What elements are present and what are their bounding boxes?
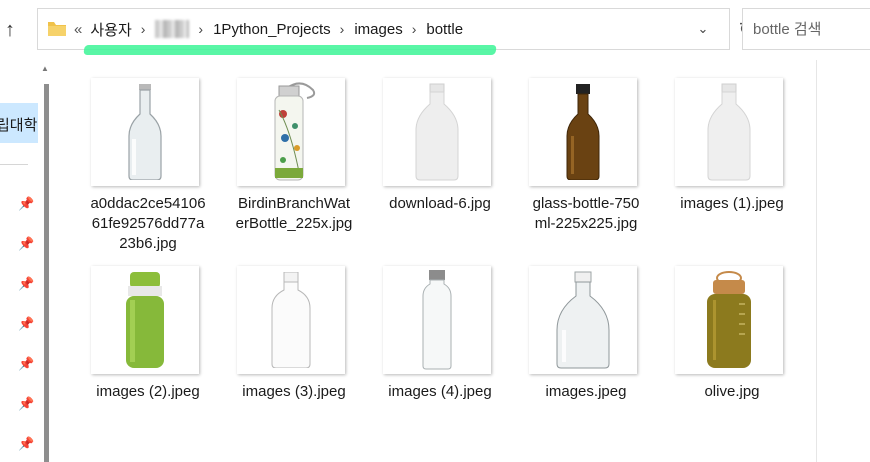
folder-icon	[48, 22, 66, 36]
file-thumbnail[interactable]	[529, 78, 637, 186]
olive-wide-mouth-bottle-icon	[707, 271, 751, 368]
floral-water-bottle-icon	[274, 82, 316, 181]
clear-glass-bottle-steel-cap-icon	[422, 270, 452, 370]
breadcrumb-item-projects[interactable]: 1Python_Projects	[213, 21, 331, 38]
scroll-up-icon[interactable]: ▲	[41, 64, 49, 73]
green-sport-bottle-icon	[126, 272, 164, 368]
file-thumbnail[interactable]	[237, 78, 345, 186]
pin-icon: 📌	[18, 396, 35, 411]
clear-jug-bottle-icon	[556, 271, 610, 369]
file-thumbnail[interactable]	[383, 78, 491, 186]
file-name: a0ddac2ce54106 61fe92576dd77a 23b6.jpg	[90, 195, 206, 252]
breadcrumb-item-user-redacted[interactable]	[155, 20, 190, 38]
breadcrumb-overflow-icon[interactable]: «	[74, 21, 82, 38]
file-name: olive.jpg	[704, 383, 760, 400]
breadcrumb-separator-icon[interactable]: ›	[198, 21, 203, 37]
search-box[interactable]	[742, 8, 870, 50]
file-name: images (3).jpeg	[242, 383, 346, 400]
nav-item-selected[interactable]: 립대학	[0, 103, 38, 143]
content-divider	[816, 60, 817, 462]
chevron-down-icon[interactable]: ⌄	[692, 21, 714, 39]
file-name: download-6.jpg	[389, 195, 491, 212]
breadcrumb-separator-icon[interactable]: ›	[412, 21, 417, 37]
file-thumbnail[interactable]	[675, 78, 783, 186]
pin-icon: 📌	[18, 316, 35, 331]
breadcrumb: « 사용자 › › 1Python_Projects › images › bo…	[74, 9, 463, 49]
frosted-milk-bottle-icon	[415, 83, 459, 181]
file-name: images.jpeg	[545, 383, 627, 400]
amber-swing-top-bottle-icon	[566, 84, 600, 180]
nav-item-label: 립대학	[0, 117, 38, 134]
file-name: BirdinBranchWat erBottle_225x.jpg	[235, 195, 353, 232]
address-bar[interactable]: « 사용자 › › 1Python_Projects › images › bo…	[37, 8, 754, 50]
clear-oval-bottle-icon	[271, 272, 311, 368]
highlighter-annotation	[83, 45, 497, 55]
pin-icon: 📌	[18, 276, 35, 291]
pin-icon: 📌	[18, 436, 35, 451]
nav-scrollbar[interactable]: ▲	[38, 64, 52, 462]
clear-beer-bottle-icon	[128, 84, 162, 180]
file-name: glass-bottle-750 ml-225x225.jpg	[532, 195, 640, 232]
file-thumbnail[interactable]	[529, 266, 637, 374]
file-name: images (1).jpeg	[680, 195, 784, 212]
file-thumbnail[interactable]	[91, 266, 199, 374]
file-thumbnail[interactable]	[675, 266, 783, 374]
scrollbar-thumb[interactable]	[44, 84, 49, 462]
pin-icon: 📌	[18, 356, 35, 371]
file-name: images (4).jpeg	[388, 383, 492, 400]
breadcrumb-item-users[interactable]: 사용자	[90, 19, 131, 40]
breadcrumb-separator-icon[interactable]: ›	[141, 21, 146, 37]
file-thumbnail[interactable]	[383, 266, 491, 374]
frosted-milk-bottle-icon	[707, 83, 751, 181]
breadcrumb-item-images[interactable]: images	[354, 21, 402, 38]
breadcrumb-separator-icon[interactable]: ›	[340, 21, 345, 37]
search-input[interactable]	[743, 9, 870, 49]
pin-icon: 📌	[18, 236, 35, 251]
nav-divider	[0, 164, 28, 165]
breadcrumb-item-bottle[interactable]: bottle	[426, 21, 463, 38]
file-name: images (2).jpeg	[96, 383, 200, 400]
file-thumbnail[interactable]	[91, 78, 199, 186]
pin-icon: 📌	[18, 196, 35, 211]
up-arrow-icon[interactable]: ↑	[0, 16, 20, 44]
file-thumbnail[interactable]	[237, 266, 345, 374]
